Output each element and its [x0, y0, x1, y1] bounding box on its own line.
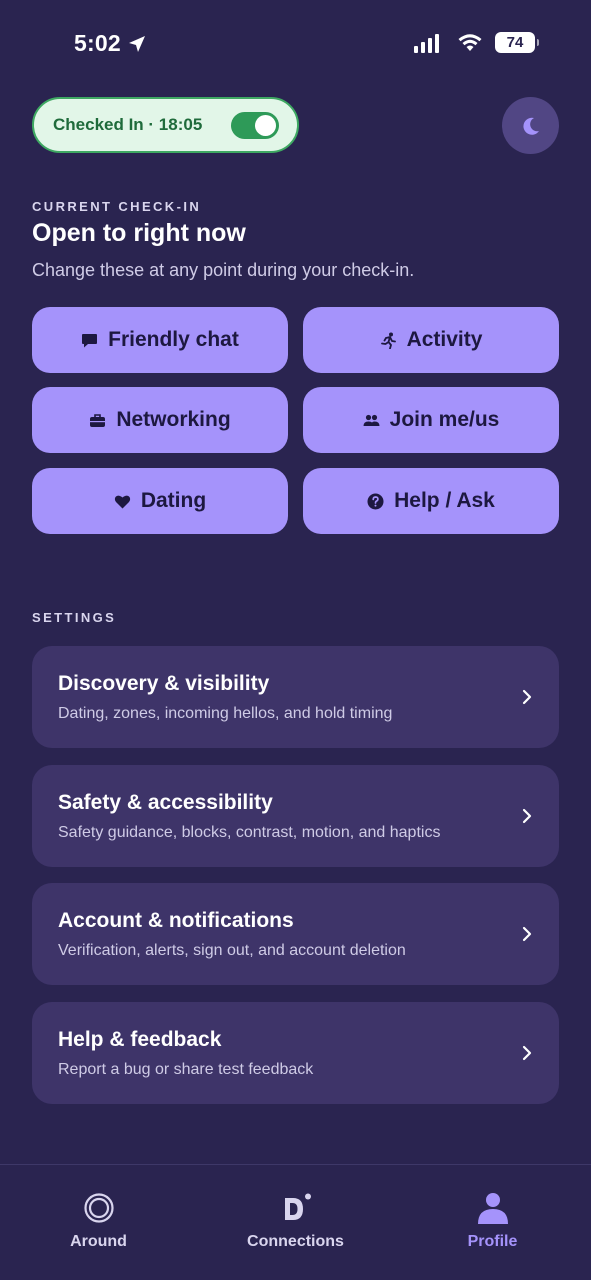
chevron-right-icon — [522, 689, 532, 705]
intent-label: Join me/us — [389, 408, 500, 431]
intent-join-me-button[interactable]: Join me/us — [303, 387, 559, 453]
checkin-toggle-switch[interactable] — [231, 112, 279, 139]
settings-item-title: Help & feedback — [58, 1028, 222, 1051]
settings-item-title: Account & notifications — [58, 909, 294, 932]
wifi-icon — [458, 33, 482, 51]
intent-activity-button[interactable]: Activity — [303, 307, 559, 373]
intent-label: Help / Ask — [394, 489, 495, 512]
checkin-status-toggle[interactable]: Checked In · 18:05 — [32, 97, 299, 153]
person-icon — [477, 1193, 508, 1224]
settings-label: SETTINGS — [32, 610, 117, 625]
briefcase-icon — [90, 413, 106, 427]
page-title: Open to right now — [32, 219, 246, 247]
dark-mode-button[interactable] — [502, 97, 559, 154]
page-subtitle: Change these at any point during your ch… — [32, 260, 415, 280]
intent-label: Friendly chat — [108, 328, 239, 351]
moon-icon — [522, 117, 539, 135]
tab-label: Connections — [247, 1233, 344, 1250]
d-logo-icon — [284, 1193, 311, 1220]
chevron-right-icon — [522, 808, 532, 824]
settings-item-description: Dating, zones, incoming hellos, and hold… — [58, 705, 393, 722]
people-icon — [363, 414, 380, 426]
tab-profile[interactable]: Profile — [394, 1165, 591, 1280]
cellular-signal-icon — [414, 33, 445, 53]
settings-item-title: Discovery & visibility — [58, 672, 270, 695]
status-indicators: 74 — [414, 32, 539, 53]
intent-help-ask-button[interactable]: Help / Ask — [303, 468, 559, 534]
settings-account-notifications[interactable]: Account & notifications Verification, al… — [32, 883, 559, 985]
location-arrow-icon — [128, 35, 145, 52]
intent-networking-button[interactable]: Networking — [32, 387, 288, 453]
intent-label: Networking — [116, 408, 231, 431]
settings-item-description: Report a bug or share test feedback — [58, 1061, 314, 1078]
intent-label: Dating — [140, 489, 207, 512]
checkin-status-label: Checked In · 18:05 — [53, 115, 203, 134]
battery-indicator: 74 — [495, 32, 539, 53]
tab-label: Around — [70, 1233, 127, 1250]
tab-around[interactable]: Around — [0, 1165, 197, 1280]
status-bar: 5:02 74 — [0, 0, 591, 88]
chevron-right-icon — [522, 926, 532, 942]
question-icon — [367, 493, 384, 509]
settings-item-title: Safety & accessibility — [58, 791, 273, 814]
tab-bar: Around Connections Profile — [0, 1164, 591, 1280]
chat-bubble-icon — [82, 333, 98, 347]
status-time: 5:02 — [74, 30, 147, 57]
settings-item-description: Verification, alerts, sign out, and acco… — [58, 942, 406, 959]
settings-discovery-visibility[interactable]: Discovery & visibility Dating, zones, in… — [32, 646, 559, 748]
profile-screen: 5:02 74 Checked In · 18:05 CURRENT CHECK… — [0, 0, 591, 1280]
chevron-right-icon — [522, 1045, 532, 1061]
heart-icon — [114, 495, 130, 508]
current-checkin-label: CURRENT CHECK-IN — [32, 199, 202, 214]
settings-item-description: Safety guidance, blocks, contrast, motio… — [58, 824, 441, 841]
tab-label: Profile — [467, 1233, 518, 1250]
status-time-text: 5:02 — [74, 30, 121, 56]
intent-friendly-chat-button[interactable]: Friendly chat — [32, 307, 288, 373]
tab-connections[interactable]: Connections — [197, 1165, 394, 1280]
target-circle-icon — [83, 1193, 114, 1223]
settings-safety-accessibility[interactable]: Safety & accessibility Safety guidance, … — [32, 765, 559, 867]
intent-dating-button[interactable]: Dating — [32, 468, 288, 534]
intent-label: Activity — [406, 328, 483, 351]
settings-help-feedback[interactable]: Help & feedback Report a bug or share te… — [32, 1002, 559, 1104]
running-person-icon — [380, 332, 396, 349]
